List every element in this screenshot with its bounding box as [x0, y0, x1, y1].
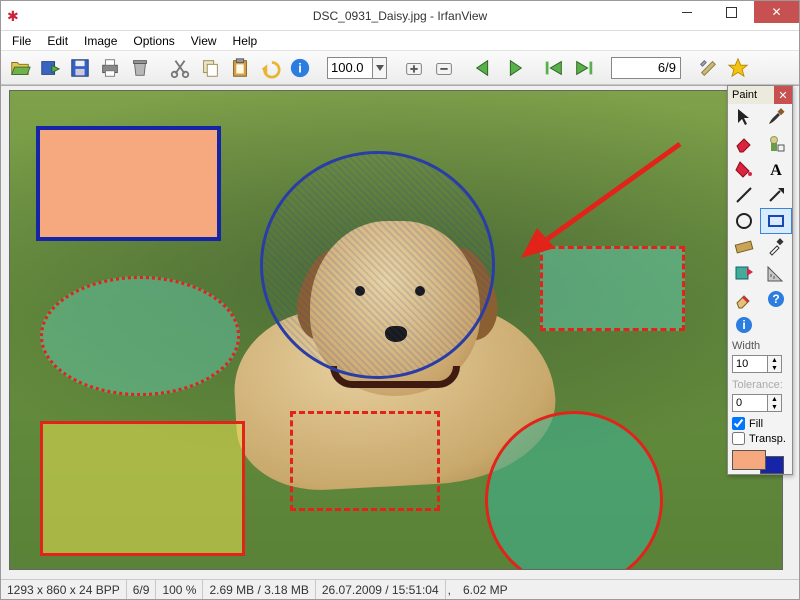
menu-image[interactable]: Image	[77, 33, 124, 49]
tolerance-down[interactable]: ▼	[768, 403, 781, 411]
prev-button[interactable]	[471, 55, 497, 81]
width-input[interactable]	[732, 355, 768, 373]
status-dimensions: 1293 x 860 x 24 BPP	[1, 580, 127, 599]
status-size: 2.69 MB / 3.18 MB	[203, 580, 315, 599]
menu-edit[interactable]: Edit	[40, 33, 75, 49]
next-button[interactable]	[501, 55, 527, 81]
transp-checkbox-row[interactable]: Transp.	[728, 431, 792, 446]
paint-panel-titlebar[interactable]: Paint ✕	[728, 86, 792, 104]
pointer-tool[interactable]	[728, 104, 760, 130]
menu-view[interactable]: View	[184, 33, 224, 49]
save-button[interactable]	[67, 55, 93, 81]
paint-info-button[interactable]: i	[728, 312, 792, 338]
menu-options[interactable]: Options	[126, 33, 181, 49]
canvas-area[interactable]	[1, 85, 799, 579]
eraser-tool[interactable]	[728, 130, 760, 156]
transp-checkbox-label: Transp.	[749, 433, 786, 445]
status-bar: 1293 x 860 x 24 BPP 6/9 100 % 2.69 MB / …	[1, 579, 799, 599]
svg-text:i: i	[742, 318, 745, 332]
width-spinner[interactable]: ▲▼	[728, 354, 792, 377]
zoom-field[interactable]	[327, 57, 387, 79]
tolerance-label: Tolerance:	[728, 377, 792, 393]
undo-button[interactable]	[257, 55, 283, 81]
width-up[interactable]: ▲	[768, 356, 781, 364]
status-megapixels: 6.02 MP	[457, 580, 514, 599]
color-swatches	[728, 446, 792, 474]
line-tool[interactable]	[728, 182, 760, 208]
favorite-button[interactable]	[725, 55, 751, 81]
annotation-arrow[interactable]	[505, 136, 690, 266]
status-page: 6/9	[127, 580, 157, 599]
paste-button[interactable]	[227, 55, 253, 81]
fill-checkbox-row[interactable]: Fill	[728, 416, 792, 431]
eyedropper-tool[interactable]	[760, 234, 792, 260]
paint-panel[interactable]: Paint ✕ A ? i Width ▲▼ Tolerance: ▲▼ Fil…	[727, 85, 793, 475]
fill-checkbox[interactable]	[732, 417, 745, 430]
annotation-rect-red-yellow[interactable]	[40, 421, 245, 556]
rectangle-tool[interactable]	[760, 208, 792, 234]
image-viewport[interactable]	[9, 90, 783, 570]
straighten-tool[interactable]	[728, 234, 760, 260]
title-bar: ✱ DSC_0931_Daisy.jpg - IrfanView	[1, 1, 799, 31]
annotation-rect-dashed-empty[interactable]	[290, 411, 440, 511]
status-zoom: 100 %	[156, 580, 203, 599]
print-button[interactable]	[97, 55, 123, 81]
open-button[interactable]	[7, 55, 33, 81]
first-button[interactable]	[541, 55, 567, 81]
menu-bar: File Edit Image Options View Help	[1, 31, 799, 51]
erase-region-tool[interactable]	[728, 286, 760, 312]
paint-panel-close-button[interactable]: ✕	[774, 86, 792, 104]
tolerance-spinner[interactable]: ▲▼	[728, 393, 792, 416]
annotation-ellipse-hatched[interactable]	[260, 151, 495, 379]
main-toolbar: i 6/9	[1, 51, 799, 85]
tolerance-input[interactable]	[732, 394, 768, 412]
clone-tool[interactable]	[760, 130, 792, 156]
foreground-color-swatch[interactable]	[732, 450, 766, 470]
zoom-in-button[interactable]	[401, 55, 427, 81]
help-tool[interactable]: ?	[760, 286, 792, 312]
delete-button[interactable]	[127, 55, 153, 81]
annotation-circle-filled[interactable]	[485, 411, 663, 570]
page-indicator: 6/9	[611, 57, 681, 79]
svg-text:A: A	[770, 162, 782, 179]
svg-text:i: i	[298, 60, 302, 75]
effect-tool[interactable]	[728, 260, 760, 286]
window-controls	[664, 1, 799, 23]
zoom-out-button[interactable]	[431, 55, 457, 81]
info-button[interactable]: i	[287, 55, 313, 81]
tolerance-up[interactable]: ▲	[768, 395, 781, 403]
slideshow-button[interactable]	[37, 55, 63, 81]
annotation-rect-filled-blue-border[interactable]	[36, 126, 221, 241]
zoom-dropdown[interactable]	[373, 57, 387, 79]
paint-panel-title: Paint	[732, 89, 757, 101]
fill-checkbox-label: Fill	[749, 418, 763, 430]
menu-help[interactable]: Help	[226, 33, 265, 49]
annotation-ellipse-dotted[interactable]	[40, 276, 240, 396]
ellipse-tool[interactable]	[728, 208, 760, 234]
irfanview-icon: ✱	[7, 8, 23, 24]
width-down[interactable]: ▼	[768, 364, 781, 372]
menu-file[interactable]: File	[5, 33, 38, 49]
paint-tool-grid: A ?	[728, 104, 792, 312]
text-tool[interactable]: A	[760, 156, 792, 182]
transp-checkbox[interactable]	[732, 432, 745, 445]
last-button[interactable]	[571, 55, 597, 81]
status-datetime: 26.07.2009 / 15:51:04	[316, 580, 446, 599]
measure-tool[interactable]	[760, 260, 792, 286]
arrow-tool[interactable]	[760, 182, 792, 208]
svg-text:?: ?	[772, 292, 779, 306]
settings-button[interactable]	[695, 55, 721, 81]
zoom-input[interactable]	[327, 57, 373, 79]
width-label: Width	[728, 338, 792, 354]
fill-tool[interactable]	[728, 156, 760, 182]
brush-tool[interactable]	[760, 104, 792, 130]
minimize-button[interactable]	[664, 1, 709, 23]
close-button[interactable]	[754, 1, 799, 23]
cut-button[interactable]	[167, 55, 193, 81]
maximize-button[interactable]	[709, 1, 754, 23]
copy-button[interactable]	[197, 55, 223, 81]
